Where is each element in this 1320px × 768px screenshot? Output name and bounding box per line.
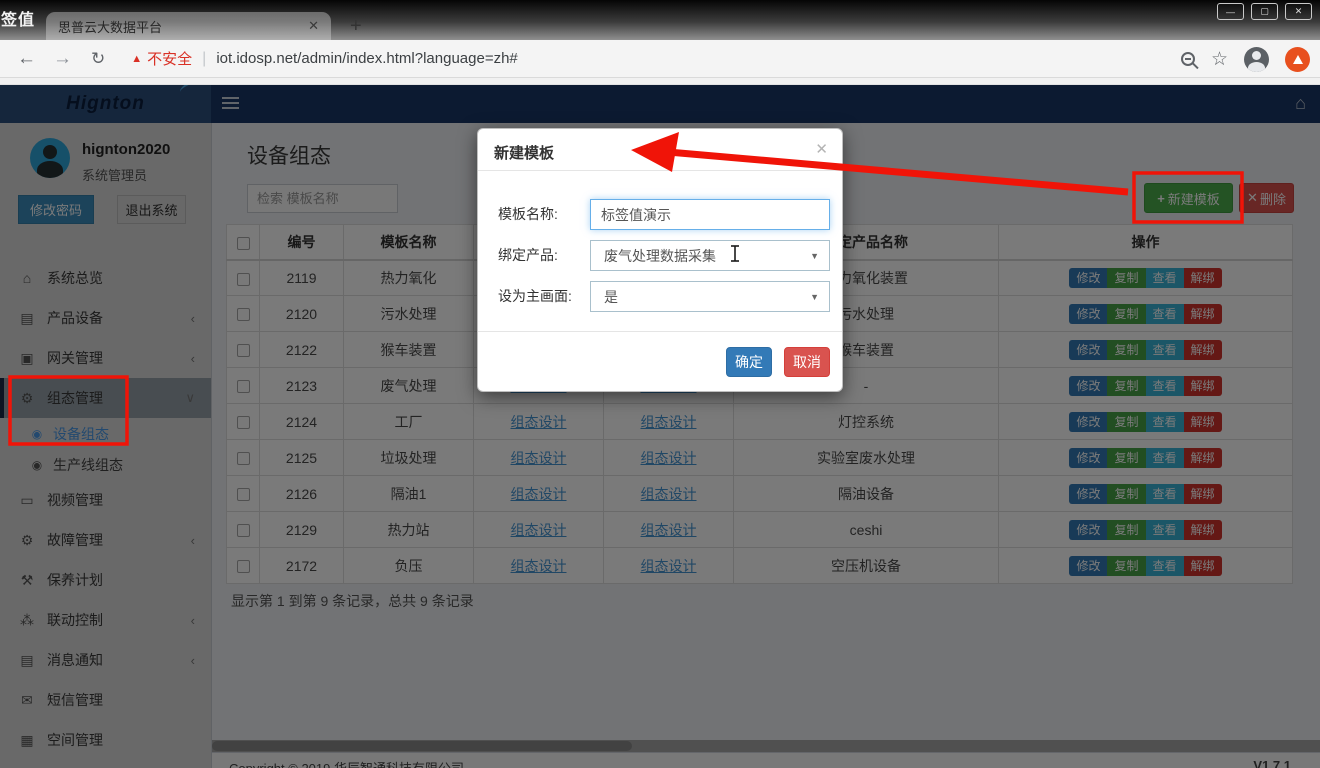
cancel-button[interactable]: 取消: [784, 347, 830, 377]
maximize-icon[interactable]: ▢: [1251, 3, 1278, 20]
bind-product-row: 绑定产品: 废气处理数据采集 ▼: [478, 240, 842, 271]
caret-down-icon: ▼: [810, 292, 819, 302]
main-screen-label: 设为主画面:: [498, 281, 572, 312]
tab-close-icon[interactable]: ✕: [308, 18, 319, 34]
template-name-input[interactable]: [590, 199, 830, 230]
corner-overlay-label: 签值: [1, 6, 35, 30]
template-name-label: 模板名称:: [498, 199, 558, 230]
bind-product-label: 绑定产品:: [498, 240, 558, 271]
url-text[interactable]: iot.idosp.net/admin/index.html?language=…: [216, 50, 517, 67]
main-screen-select[interactable]: 是 ▼: [590, 281, 830, 312]
security-warning-text: 不安全: [147, 48, 192, 69]
security-warning-icon[interactable]: ▲: [131, 53, 142, 65]
bookmark-star-icon[interactable]: ☆: [1211, 48, 1228, 71]
zoom-out-icon[interactable]: [1181, 52, 1195, 66]
back-icon[interactable]: ←: [17, 48, 36, 70]
browser-titlebar: 签值 思普云大数据平台 ✕ + — ▢ ✕: [0, 0, 1320, 40]
minimize-icon[interactable]: —: [1217, 3, 1244, 20]
new-tab-icon[interactable]: +: [350, 16, 362, 36]
close-window-icon[interactable]: ✕: [1285, 3, 1312, 20]
screen: Hignton ⌂ hignton2020 系统管理员 修改密码 退出系统 ⌂系…: [0, 0, 1320, 768]
bind-product-select[interactable]: 废气处理数据采集 ▼: [590, 240, 830, 271]
browser-profile-icon[interactable]: [1244, 47, 1269, 72]
new-template-modal: 新建模板 ✕ 模板名称: 绑定产品: 废气处理数据采集 ▼ 设为主画面: 是 ▼: [477, 128, 843, 392]
confirm-button[interactable]: 确定: [726, 347, 772, 377]
forward-icon[interactable]: →: [53, 48, 72, 70]
bookmarks-bar: [0, 78, 1320, 85]
modal-footer-divider: [478, 331, 842, 332]
omnibox-separator: |: [202, 50, 206, 68]
modal-header: 新建模板 ✕: [478, 129, 842, 171]
main-screen-row: 设为主画面: 是 ▼: [478, 281, 842, 312]
browser-toolbar: ← → ↻ ▲ 不安全 | iot.idosp.net/admin/index.…: [0, 40, 1320, 78]
reload-icon[interactable]: ↻: [91, 49, 105, 69]
template-name-row: 模板名称:: [478, 199, 842, 230]
browser-extension-icon[interactable]: [1285, 47, 1310, 72]
caret-down-icon: ▼: [810, 251, 819, 261]
modal-close-icon[interactable]: ✕: [815, 140, 828, 158]
tab-title: 思普云大数据平台: [58, 17, 300, 36]
browser-tab[interactable]: 思普云大数据平台 ✕: [46, 12, 331, 40]
modal-title: 新建模板: [494, 142, 554, 163]
